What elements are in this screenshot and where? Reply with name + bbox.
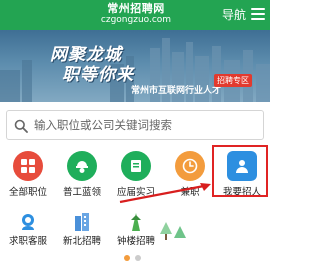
site-logo[interactable]: 常州招聘网 czgongzuo.com	[90, 2, 182, 28]
logo-title: 常州招聘网	[107, 2, 165, 15]
menu-icon[interactable]	[251, 8, 265, 20]
promo-banner[interactable]: 网聚龙城 职等你来 常州市互联网行业人才	[0, 30, 270, 102]
search-icon	[14, 119, 28, 133]
clock-icon	[175, 151, 205, 181]
search-placeholder: 输入职位或公司关键词搜索	[34, 118, 172, 132]
highlight-box	[212, 145, 268, 197]
arrow-icon	[119, 183, 211, 204]
worker-icon	[67, 151, 97, 181]
category-blue-collar[interactable]: 普工蓝领	[56, 151, 108, 203]
tree-icon	[160, 222, 186, 240]
grid-icon	[13, 151, 43, 181]
category-label: 钟楼招聘	[116, 236, 155, 247]
category-all-jobs[interactable]: 全部职位	[2, 151, 54, 203]
category-label: 普工蓝领	[62, 187, 101, 198]
logo-domain: czgongzuo.com	[100, 15, 172, 25]
category-label: 全部职位	[8, 187, 47, 198]
category-customer-service[interactable]: 求职客服	[2, 207, 54, 259]
category-label: 新北招聘	[62, 236, 101, 247]
category-zhonglou[interactable]: 钟楼招聘	[110, 207, 162, 259]
carousel-dot-active[interactable]	[124, 255, 130, 261]
banner-title-line2: 职等你来	[62, 65, 134, 85]
category-xinbei[interactable]: 新北招聘	[56, 207, 108, 259]
search-input[interactable]: 输入职位或公司关键词搜索	[6, 110, 264, 140]
category-label: 求职客服	[8, 236, 47, 247]
carousel-dot[interactable]	[135, 255, 141, 261]
carousel-indicator	[124, 255, 141, 261]
banner-subtitle: 常州市互联网行业人才	[131, 86, 222, 96]
nav-label[interactable]: 导航	[222, 7, 246, 23]
graduate-icon	[121, 151, 151, 181]
banner-tag[interactable]: 招聘专区	[214, 74, 252, 87]
header-bar: 常州招聘网 czgongzuo.com 导航	[0, 0, 270, 30]
